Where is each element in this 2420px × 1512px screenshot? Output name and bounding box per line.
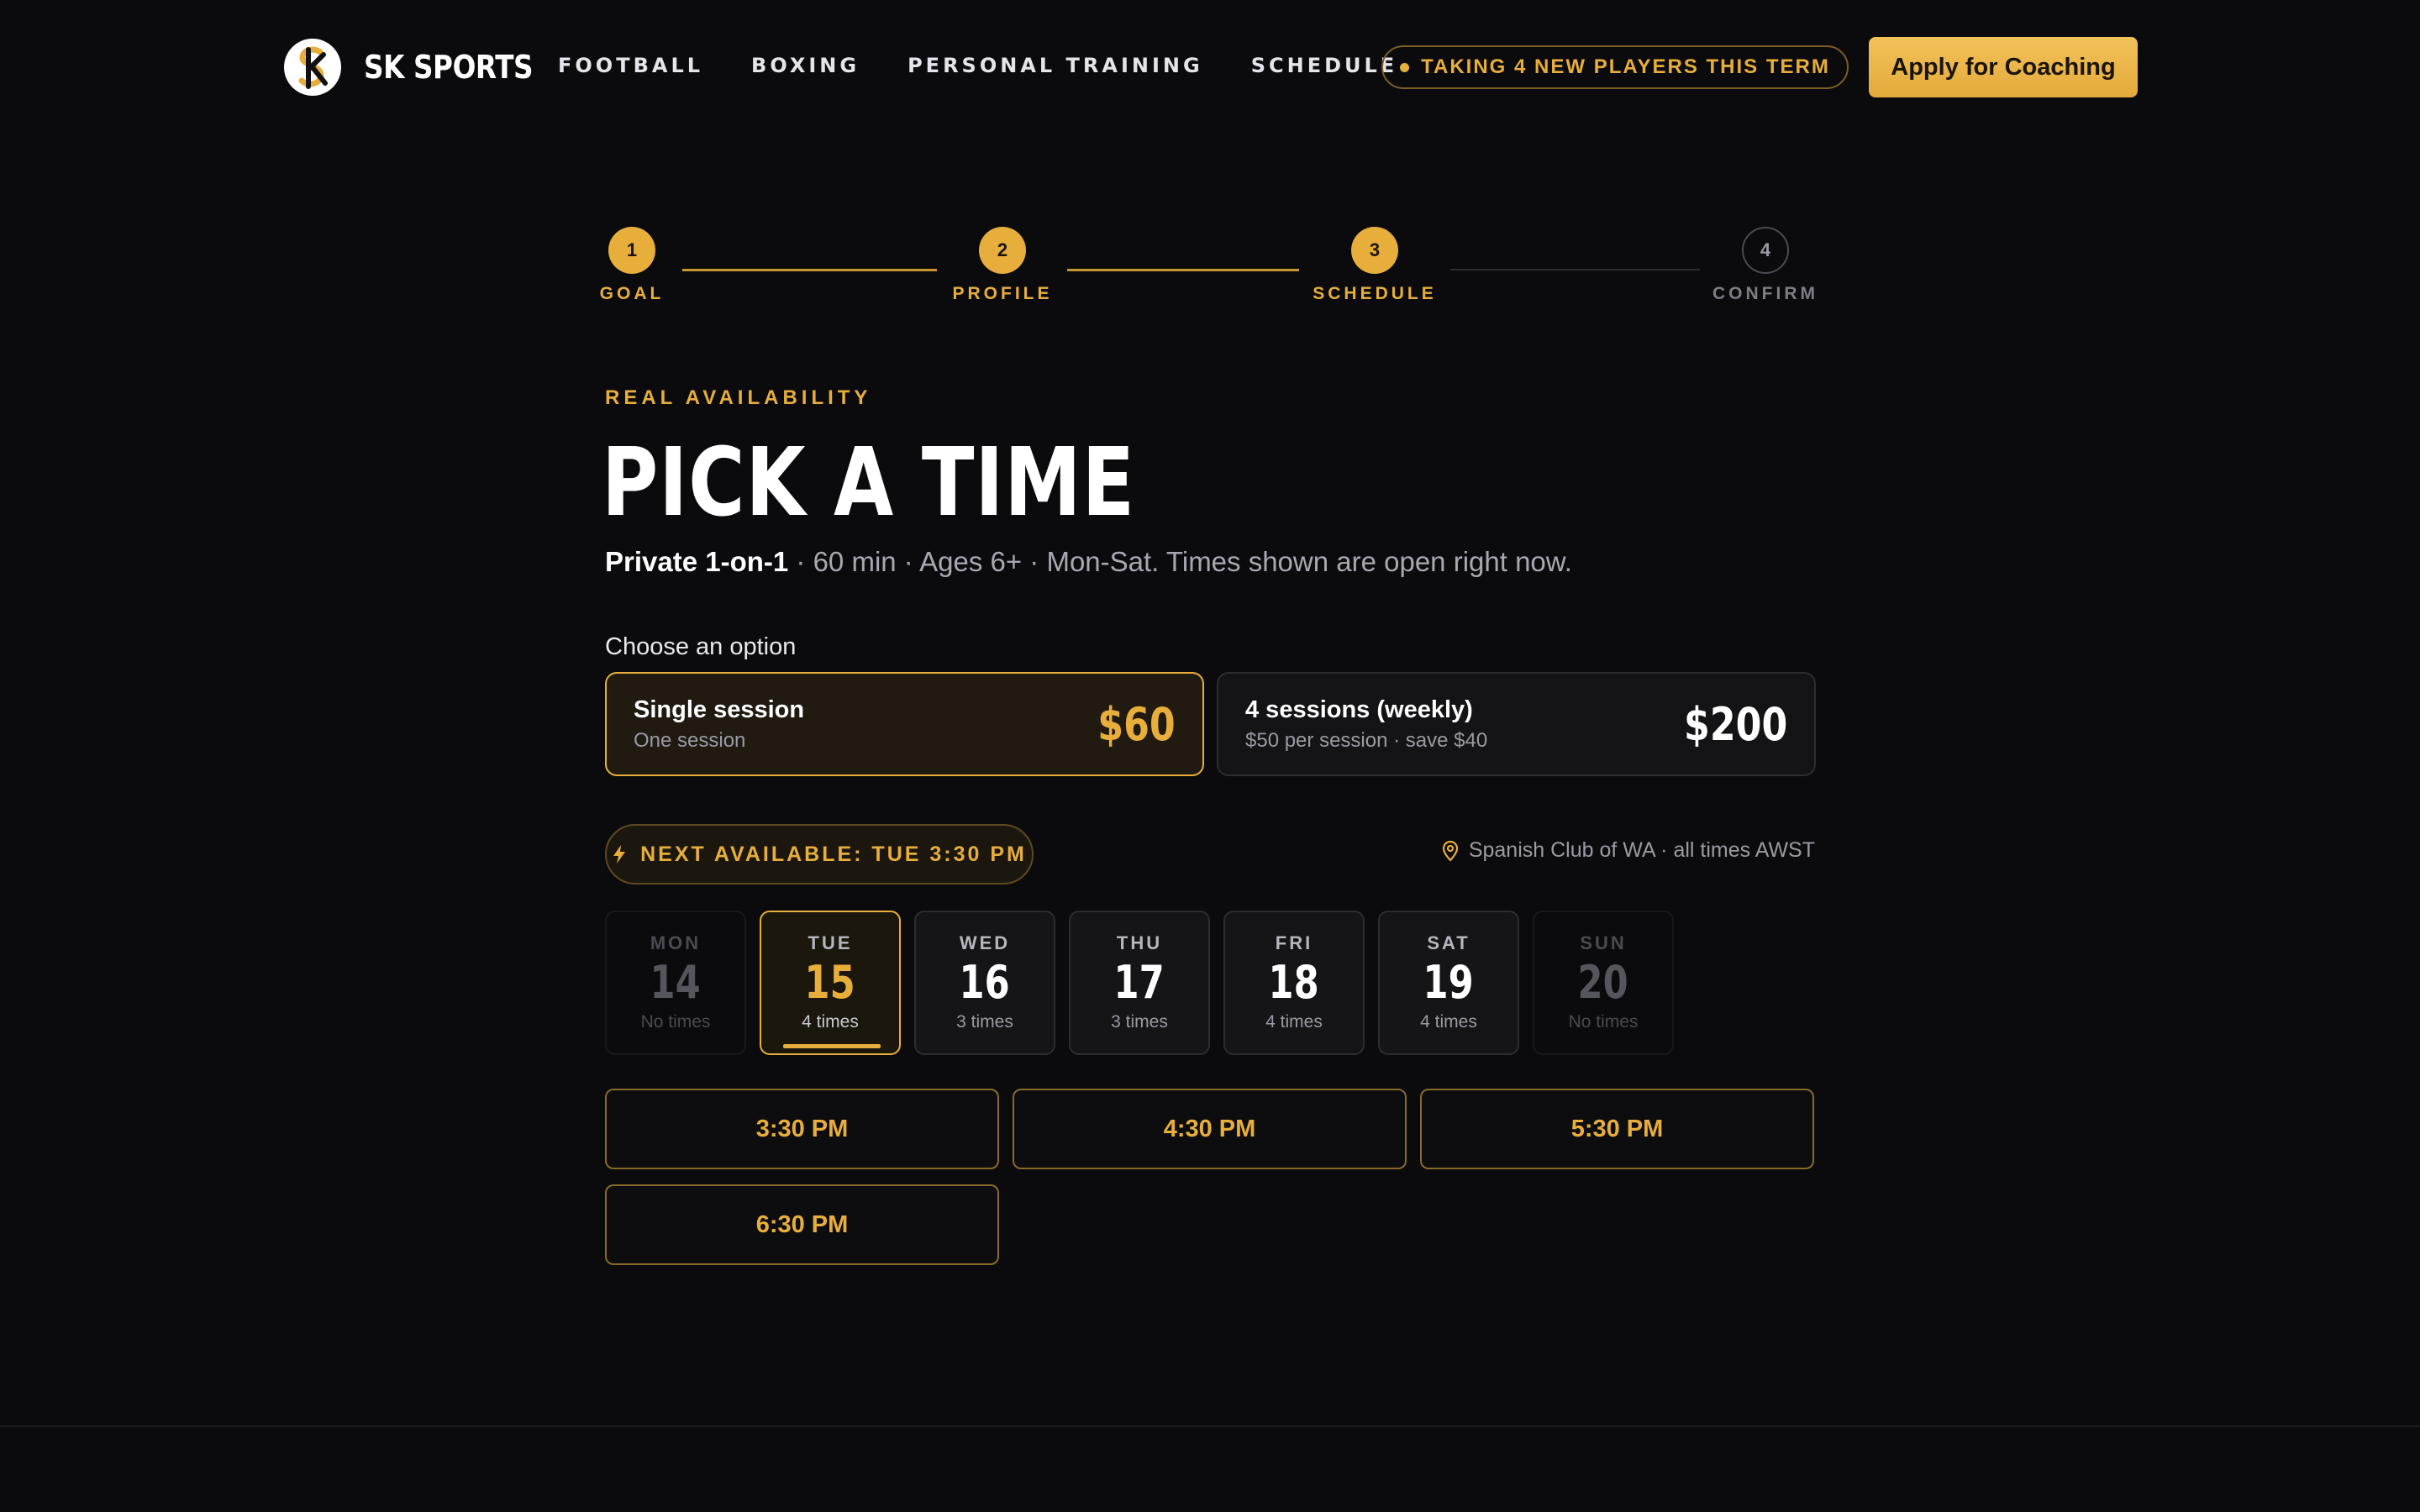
day-number: 20 — [1577, 956, 1629, 1009]
day-name: SAT — [1427, 932, 1470, 953]
progress-stepper: 1 GOAL 2 PROFILE 3 SCHEDULE 4 CONFIRM — [600, 227, 1818, 311]
step-number: 2 — [979, 227, 1026, 274]
step-connector — [1067, 269, 1299, 271]
day-slot-count: 4 times — [1420, 1012, 1477, 1032]
day-card-sun: SUN 20 No times — [1533, 911, 1674, 1055]
day-name: SUN — [1580, 932, 1627, 953]
day-name: FRI — [1275, 932, 1313, 953]
recruiting-banner: TAKING 4 NEW PLAYERS THIS TERM — [1381, 45, 1849, 89]
map-pin-icon — [1442, 840, 1458, 862]
day-card-sat[interactable]: SAT 19 4 times — [1378, 911, 1519, 1055]
day-slot-count: 3 times — [956, 1012, 1013, 1032]
next-available-text: NEXT AVAILABLE: TUE 3:30 PM — [640, 842, 1027, 866]
step-label: GOAL — [599, 284, 665, 303]
lightning-bolt-icon — [613, 845, 626, 864]
time-slot-button[interactable]: 6:30 PM — [605, 1184, 999, 1265]
next-available-button[interactable]: NEXT AVAILABLE: TUE 3:30 PM — [605, 824, 1034, 885]
step-number: 3 — [1351, 227, 1398, 274]
day-number: 16 — [959, 956, 1011, 1009]
footer-divider — [0, 1425, 2420, 1427]
section-eyebrow: REAL AVAILABILITY — [605, 386, 872, 409]
step-number: 1 — [608, 227, 655, 274]
step-connector — [682, 269, 937, 271]
day-number: 18 — [1268, 956, 1320, 1009]
time-slot-button[interactable]: 4:30 PM — [1013, 1089, 1407, 1169]
status-dot-icon — [1400, 62, 1410, 72]
step-label: SCHEDULE — [1313, 284, 1437, 303]
day-picker: MON 14 No times TUE 15 4 times WED 16 3 … — [605, 911, 1674, 1055]
day-card-thu[interactable]: THU 17 3 times — [1069, 911, 1210, 1055]
page-title: PICK A TIME — [602, 428, 1136, 538]
top-nav: SK SPORTS FOOTBALL BOXING PERSONAL TRAIN… — [0, 0, 2420, 134]
day-slot-count: No times — [1568, 1012, 1639, 1032]
day-slot-count: 4 times — [1265, 1012, 1323, 1032]
day-number: 19 — [1423, 956, 1475, 1009]
step-connector — [1450, 269, 1700, 270]
option-price: $60 — [1097, 697, 1176, 751]
day-number: 17 — [1113, 956, 1165, 1009]
day-number: 14 — [650, 956, 702, 1009]
page-subtitle: Private 1-on-1 · 60 min · Ages 6+ · Mon-… — [605, 546, 1572, 578]
time-slot-grid: 3:30 PM 4:30 PM 5:30 PM 6:30 PM — [605, 1089, 1815, 1265]
apply-for-coaching-button[interactable]: Apply for Coaching — [1869, 37, 2138, 97]
nav-link-boxing[interactable]: BOXING — [751, 54, 860, 77]
option-text: Single session One session — [634, 696, 804, 753]
step-profile[interactable]: 2 PROFILE — [953, 227, 1050, 304]
option-group-label: Choose an option — [605, 633, 797, 660]
day-card-wed[interactable]: WED 16 3 times — [914, 911, 1055, 1055]
option-four-sessions[interactable]: 4 sessions (weekly) $50 per session · sa… — [1217, 672, 1816, 776]
day-slot-count: No times — [640, 1012, 711, 1032]
brand-name: SK SPORTS — [364, 49, 534, 86]
step-label: PROFILE — [952, 284, 1053, 303]
day-name: MON — [650, 932, 702, 953]
day-card-fri[interactable]: FRI 18 4 times — [1223, 911, 1365, 1055]
day-name: WED — [959, 932, 1011, 953]
step-goal[interactable]: 1 GOAL — [600, 227, 660, 304]
nav-link-football[interactable]: FOOTBALL — [558, 54, 703, 77]
location-info: Spanish Club of WA · all times AWST — [1442, 838, 1815, 863]
option-title: 4 sessions (weekly) — [1245, 696, 1473, 723]
service-details: · 60 min · Ages 6+ · Mon-Sat. Times show… — [788, 546, 1572, 577]
option-price: $200 — [1683, 697, 1787, 751]
option-single-session[interactable]: Single session One session $60 — [605, 672, 1204, 776]
location-text: Spanish Club of WA · all times AWST — [1468, 838, 1815, 862]
day-slot-count: 4 times — [802, 1012, 859, 1032]
step-label: CONFIRM — [1712, 284, 1818, 303]
service-name: Private 1-on-1 — [605, 546, 789, 577]
step-confirm: 4 CONFIRM — [1712, 227, 1818, 304]
main-nav: FOOTBALL BOXING PERSONAL TRAINING SCHEDU… — [558, 54, 1397, 77]
option-title: Single session — [634, 696, 805, 723]
day-name: TUE — [808, 932, 853, 953]
time-slot-button[interactable]: 5:30 PM — [1420, 1089, 1814, 1169]
sk-logo-icon — [284, 39, 341, 96]
day-number: 15 — [804, 956, 856, 1009]
brand-logo[interactable]: SK SPORTS — [283, 38, 560, 97]
recruiting-banner-text: TAKING 4 NEW PLAYERS THIS TERM — [1421, 55, 1830, 78]
option-subtitle: One session — [634, 728, 746, 752]
day-slot-count: 3 times — [1111, 1012, 1168, 1032]
nav-link-schedule[interactable]: SCHEDULE — [1251, 54, 1397, 77]
day-card-tue[interactable]: TUE 15 4 times — [760, 911, 901, 1055]
day-card-mon: MON 14 No times — [605, 911, 746, 1055]
time-slot-button[interactable]: 3:30 PM — [605, 1089, 999, 1169]
step-schedule[interactable]: 3 SCHEDULE — [1313, 227, 1434, 304]
option-text: 4 sessions (weekly) $50 per session · sa… — [1245, 696, 1487, 753]
option-subtitle: $50 per session · save $40 — [1245, 728, 1488, 752]
day-name: THU — [1116, 932, 1163, 953]
step-number: 4 — [1742, 227, 1789, 274]
nav-link-personal-training[interactable]: PERSONAL TRAINING — [908, 54, 1203, 77]
selected-indicator — [783, 1044, 881, 1048]
